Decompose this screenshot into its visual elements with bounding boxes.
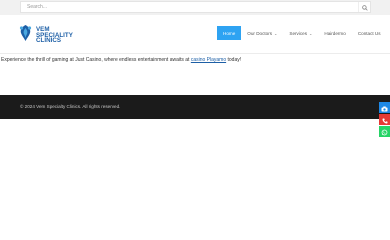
nav-label: Hairdermo [324, 30, 346, 36]
nav-item-our-doctors[interactable]: Our Doctors ⌄ [241, 26, 283, 40]
nav-item-home[interactable]: Home [217, 26, 242, 40]
chevron-down-icon: ⌄ [309, 30, 313, 36]
top-search-bar [0, 0, 390, 15]
header-divider [0, 53, 390, 54]
floating-contact-bar [379, 102, 390, 137]
search-button[interactable] [358, 2, 370, 12]
casino-link[interactable]: casino Playamo [191, 57, 226, 63]
search-input[interactable] [21, 2, 358, 12]
footer-copyright: © 2024 Vem Specialty Clinics. All rights… [20, 104, 121, 109]
search-icon [361, 0, 368, 16]
whatsapp-icon [381, 123, 388, 141]
nav-label: Services [289, 30, 308, 36]
brand-name: VEM SPECIALITY CLINICS [36, 27, 73, 44]
nav-item-services[interactable]: Services ⌄ [283, 26, 318, 40]
main-nav: Home Our Doctors ⌄ Services ⌄ Hairdermo … [217, 26, 387, 40]
content-text-after: today! [226, 57, 242, 63]
content-text-before: Experience the thrill of gaming at Just … [1, 57, 191, 63]
site-footer: © 2024 Vem Specialty Clinics. All rights… [0, 95, 390, 119]
nav-item-hairdermo[interactable]: Hairdermo [318, 26, 351, 40]
brand-line-3: CLINICS [36, 37, 62, 45]
site-header: VEM SPECIALITY CLINICS Home Our Doctors … [0, 15, 390, 53]
chevron-down-icon: ⌄ [274, 30, 278, 36]
nav-item-contact-us[interactable]: Contact Us [352, 26, 387, 40]
nav-label: Home [223, 30, 236, 36]
hands-logo-icon [18, 24, 33, 47]
site-logo[interactable]: VEM SPECIALITY CLINICS [18, 24, 73, 47]
nav-label: Contact Us [357, 30, 381, 36]
search-box [20, 1, 371, 13]
page-content: Experience the thrill of gaming at Just … [0, 57, 390, 63]
whatsapp-button[interactable] [379, 126, 390, 137]
nav-label: Our Doctors [247, 30, 273, 36]
